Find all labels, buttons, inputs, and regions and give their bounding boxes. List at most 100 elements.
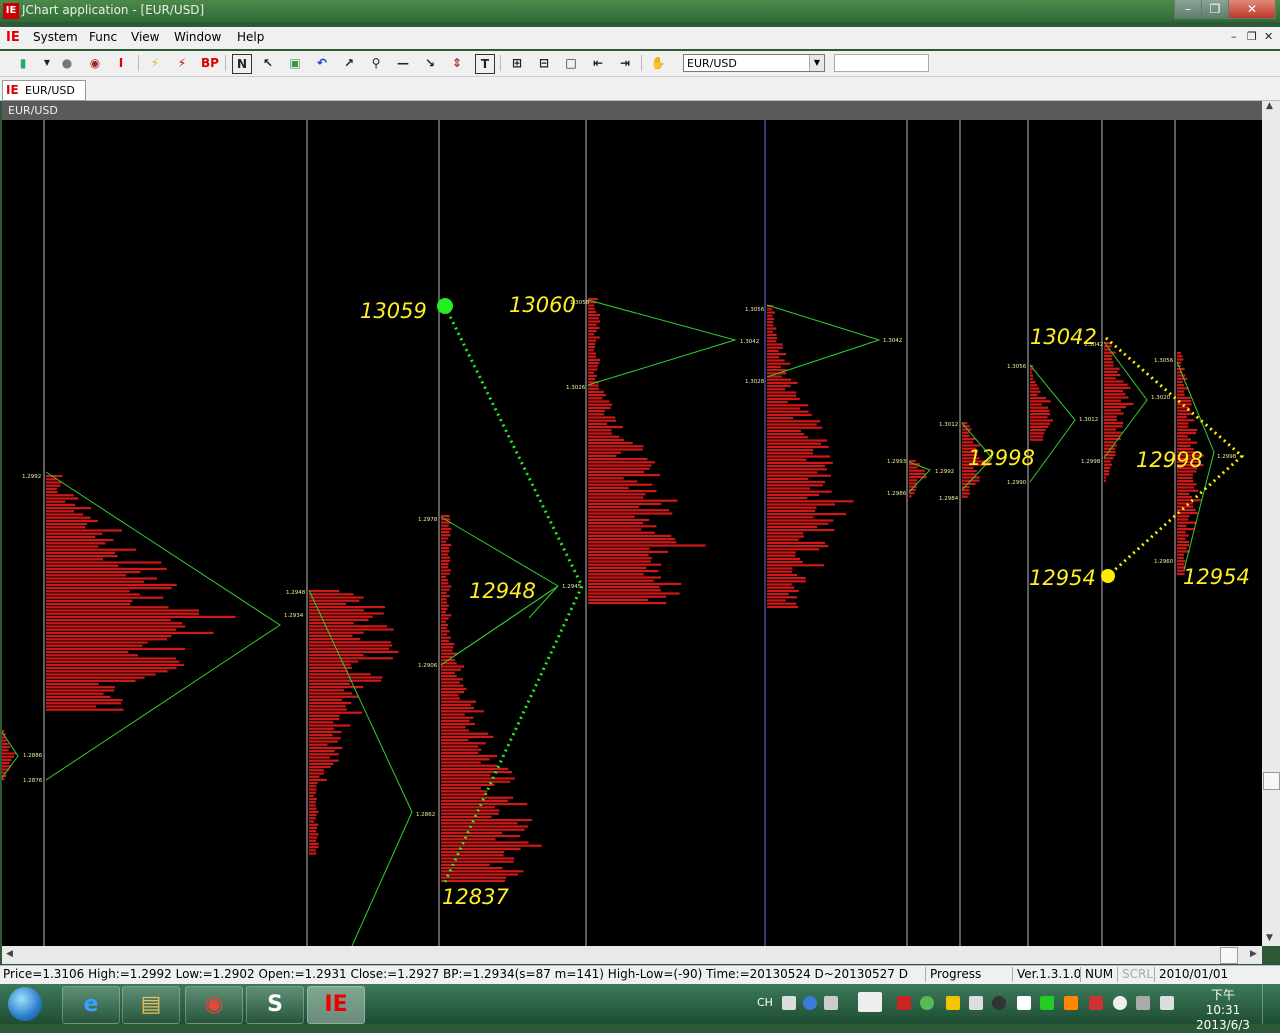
scroll-right-icon[interactable]: ⇥ bbox=[616, 54, 634, 72]
pointer-icon[interactable]: ↖ bbox=[259, 54, 277, 72]
tray-bulb-icon[interactable] bbox=[1113, 996, 1127, 1010]
menu-help[interactable]: Help bbox=[237, 30, 264, 44]
tpo-row bbox=[46, 596, 164, 599]
show-desktop-button[interactable] bbox=[1262, 984, 1280, 1024]
language-indicator[interactable]: CH bbox=[757, 996, 773, 1009]
price-tag: 1.2862 bbox=[416, 812, 435, 818]
zoom-in-icon[interactable]: ⊞ bbox=[508, 54, 526, 72]
market-profile-chart[interactable]: 1.2992 1.2934 1.2886 1.2876 1.2948 1.2862 1.29… bbox=[2, 120, 1262, 946]
menu-window[interactable]: Window bbox=[174, 30, 221, 44]
minimize-button[interactable]: – bbox=[1174, 0, 1202, 19]
speaker-icon[interactable] bbox=[1160, 996, 1174, 1010]
tpo-row bbox=[1104, 441, 1115, 444]
undo-icon[interactable]: ↶ bbox=[313, 54, 331, 72]
drive-icon[interactable] bbox=[946, 996, 960, 1010]
start-button[interactable] bbox=[8, 987, 42, 1021]
tray-chat-icon[interactable] bbox=[1064, 996, 1078, 1010]
tray-app-icon[interactable] bbox=[920, 996, 934, 1010]
tpo-row bbox=[1104, 393, 1126, 396]
tpo-row bbox=[1177, 428, 1198, 431]
tpo-row bbox=[441, 655, 453, 658]
tpo-row bbox=[588, 512, 673, 515]
tpo-row bbox=[441, 870, 524, 873]
maximize-button[interactable]: ❐ bbox=[1201, 0, 1229, 19]
flag-icon[interactable] bbox=[1017, 996, 1031, 1010]
horizontal-scrollbar[interactable]: ◀ ▶ bbox=[2, 946, 1262, 964]
horizontal-scroll-thumb[interactable] bbox=[1220, 947, 1238, 964]
magnifier-icon[interactable]: ⚲ bbox=[367, 54, 385, 72]
trend-line-icon[interactable]: ↘ bbox=[421, 54, 439, 72]
cube-icon[interactable]: ▣ bbox=[286, 54, 304, 72]
text-tool-button[interactable]: T bbox=[475, 54, 495, 74]
shield-icon[interactable] bbox=[1089, 996, 1103, 1010]
tpo-row bbox=[588, 378, 595, 381]
ie-logo-icon[interactable]: I bbox=[112, 54, 130, 72]
tpo-row bbox=[767, 417, 794, 420]
tpo-row bbox=[309, 766, 331, 769]
vertical-scroll-thumb[interactable] bbox=[1263, 772, 1280, 790]
red-lightning-icon[interactable]: ⚡ bbox=[173, 54, 191, 72]
vertical-scrollbar[interactable]: ▲ ▼ bbox=[1262, 101, 1280, 946]
tab-strip bbox=[0, 77, 1280, 101]
annotation-label: 12837 bbox=[442, 885, 509, 909]
tpo-row bbox=[46, 539, 114, 542]
tpo-row bbox=[1030, 387, 1040, 390]
taskbar-explorer[interactable]: ▤ bbox=[122, 986, 180, 1024]
mdi-minimize-button[interactable]: – bbox=[1231, 30, 1237, 43]
menu-func[interactable]: Func bbox=[89, 30, 117, 44]
tpo-row bbox=[46, 571, 141, 574]
tpo-row bbox=[1104, 476, 1106, 479]
taskbar-jchart[interactable]: IE bbox=[307, 986, 365, 1024]
clock[interactable]: 下午 10:31 2013/6/3 bbox=[1192, 988, 1254, 1033]
command-input[interactable] bbox=[834, 54, 929, 72]
chart-canvas[interactable]: 1.2992 1.2934 1.2886 1.2876 1.2948 1.2862 1.29… bbox=[2, 120, 1262, 946]
tpo-row bbox=[46, 708, 124, 711]
price-tag: 1.3056 bbox=[1007, 364, 1027, 370]
security-icon[interactable] bbox=[1040, 996, 1054, 1010]
taskbar-ie[interactable]: e bbox=[62, 986, 120, 1024]
scroll-down-icon[interactable]: ▼ bbox=[1266, 933, 1273, 943]
chevron-down-icon[interactable]: ▼ bbox=[809, 55, 824, 71]
scroll-left-arrow-icon[interactable]: ◀ bbox=[6, 949, 13, 959]
volume-icon[interactable] bbox=[969, 996, 983, 1010]
menu-app-icon[interactable]: IE bbox=[6, 30, 24, 46]
hand-icon[interactable]: ✋ bbox=[649, 54, 667, 72]
dropdown-arrow-icon[interactable]: ▼ bbox=[38, 54, 56, 72]
tpo-row bbox=[309, 596, 364, 599]
menu-view[interactable]: View bbox=[131, 30, 159, 44]
scroll-right-arrow-icon[interactable]: ▶ bbox=[1250, 949, 1257, 959]
tpo-row bbox=[767, 577, 806, 580]
taskbar-skype[interactable]: S bbox=[246, 986, 304, 1024]
bp-button[interactable]: BP bbox=[199, 54, 221, 72]
network-icon[interactable] bbox=[1136, 996, 1150, 1010]
mdi-close-button[interactable]: ✕ bbox=[1264, 30, 1273, 43]
camera-icon[interactable] bbox=[992, 996, 1006, 1010]
forward-icon[interactable]: ↗ bbox=[340, 54, 358, 72]
mdi-restore-button[interactable]: ❐ bbox=[1247, 30, 1257, 43]
tray-settings-icon[interactable] bbox=[824, 996, 838, 1010]
tpo-row bbox=[441, 857, 515, 860]
tpo-row bbox=[588, 474, 660, 477]
scroll-up-icon[interactable]: ▲ bbox=[1266, 101, 1273, 111]
acrobat-icon[interactable] bbox=[897, 996, 911, 1010]
lightning-icon[interactable]: ⚡ bbox=[146, 54, 164, 72]
zoom-out-icon[interactable]: ⊟ bbox=[535, 54, 553, 72]
scroll-left-icon[interactable]: ⇤ bbox=[589, 54, 607, 72]
pen-input-icon[interactable] bbox=[858, 992, 882, 1012]
tpo-row bbox=[1104, 402, 1134, 405]
keyboard-icon[interactable] bbox=[782, 996, 796, 1010]
record-icon[interactable]: ● bbox=[58, 54, 76, 72]
horizontal-line-icon[interactable]: — bbox=[394, 54, 412, 72]
symbol-select[interactable]: EUR/USD ▼ bbox=[683, 54, 825, 72]
helmet-icon[interactable]: ◉ bbox=[86, 54, 104, 72]
tab-eurusd[interactable]: IE EUR/USD bbox=[2, 80, 86, 101]
up-down-icon[interactable]: ⇕ bbox=[448, 54, 466, 72]
select-rect-icon[interactable]: □ bbox=[562, 54, 580, 72]
n-button[interactable]: N bbox=[232, 54, 252, 74]
bar-chart-icon[interactable]: ▮ bbox=[14, 54, 32, 72]
close-button[interactable]: ✕ bbox=[1228, 0, 1276, 19]
tpo-row bbox=[1030, 435, 1044, 438]
menu-system[interactable]: System bbox=[33, 30, 78, 44]
taskbar-chrome[interactable]: ◉ bbox=[185, 986, 243, 1024]
help-icon[interactable] bbox=[803, 996, 817, 1010]
